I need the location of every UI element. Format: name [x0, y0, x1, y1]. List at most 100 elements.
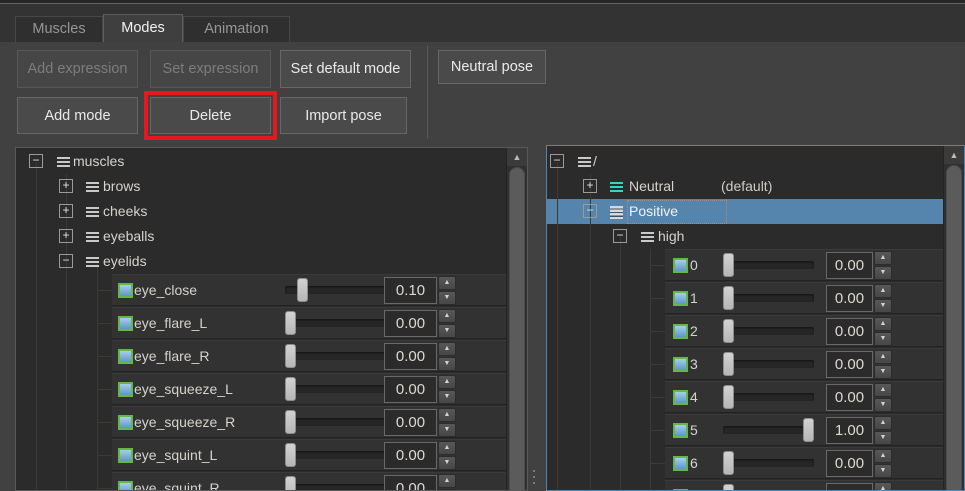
channel-checkbox[interactable] [673, 423, 688, 438]
tab-muscles[interactable]: Muscles [15, 16, 103, 42]
muscle-checkbox[interactable] [118, 415, 133, 430]
scroll-up-button[interactable]: ▲ [944, 146, 964, 164]
channel-slider[interactable] [723, 385, 814, 409]
tree-item-label[interactable]: Neutral [629, 174, 674, 199]
channel-checkbox[interactable] [673, 291, 688, 306]
channel-checkbox[interactable] [673, 324, 688, 339]
slider-handle[interactable] [723, 352, 734, 376]
spin-up-button[interactable]: ▲ [874, 416, 892, 430]
channel-slider[interactable] [723, 286, 814, 310]
muscle-checkbox[interactable] [118, 283, 133, 298]
spin-down-button[interactable]: ▼ [874, 299, 892, 313]
spin-up-button[interactable]: ▲ [438, 408, 456, 422]
channel-name[interactable]: 2 [690, 315, 698, 348]
spin-down-button[interactable]: ▼ [874, 398, 892, 412]
spin-down-button[interactable]: ▼ [438, 357, 456, 371]
spin-down-button[interactable]: ▼ [874, 332, 892, 346]
muscle-checkbox[interactable] [118, 448, 133, 463]
expand-icon[interactable]: + [59, 204, 73, 218]
channel-slider[interactable] [723, 352, 814, 376]
tree-item-label[interactable]: brows [103, 174, 140, 199]
scroll-up-button[interactable]: ▲ [507, 148, 527, 166]
panel-splitter-handle[interactable] [530, 466, 538, 490]
slider-handle[interactable] [285, 344, 296, 368]
spin-down-button[interactable]: ▼ [438, 456, 456, 470]
slider-handle[interactable] [723, 484, 734, 491]
scrollbar-thumb[interactable] [509, 167, 525, 491]
value-field[interactable]: 0.00 [826, 450, 873, 477]
value-field[interactable]: 1.00 [826, 417, 873, 444]
tree-item-label[interactable]: cheeks [103, 199, 147, 224]
muscle-name[interactable]: eye_close [134, 274, 197, 307]
muscle-name[interactable]: eye_flare_R [134, 340, 210, 373]
value-field[interactable]: 0.00 [384, 475, 437, 491]
spin-up-button[interactable]: ▲ [438, 441, 456, 455]
slider-handle[interactable] [723, 253, 734, 277]
value-field[interactable]: 0.00 [384, 409, 437, 436]
tab-modes[interactable]: Modes [103, 14, 183, 42]
collapse-icon[interactable]: − [550, 154, 564, 168]
spin-up-button[interactable]: ▲ [874, 383, 892, 397]
collapse-icon[interactable]: − [613, 229, 627, 243]
slider-handle[interactable] [723, 319, 734, 343]
slider-handle[interactable] [723, 385, 734, 409]
value-field[interactable]: 0.00 [826, 483, 873, 491]
channel-slider[interactable] [723, 253, 814, 277]
spin-down-button[interactable]: ▼ [874, 431, 892, 445]
left-scrollbar[interactable]: ▲ [506, 148, 527, 490]
spin-up-button[interactable]: ▲ [438, 375, 456, 389]
spin-down-button[interactable]: ▼ [874, 464, 892, 478]
value-field[interactable]: 0.00 [826, 384, 873, 411]
channel-slider[interactable] [723, 418, 814, 442]
spin-down-button[interactable]: ▼ [874, 266, 892, 280]
value-field[interactable]: 0.00 [384, 442, 437, 469]
slider-handle[interactable] [285, 410, 296, 434]
collapse-icon[interactable]: − [59, 254, 73, 268]
slider-handle[interactable] [285, 476, 296, 491]
spin-down-button[interactable]: ▼ [438, 324, 456, 338]
slider-handle[interactable] [723, 451, 734, 475]
channel-slider[interactable] [723, 451, 814, 475]
tree-item-label[interactable]: high [658, 224, 684, 249]
set-expression-button[interactable]: Set expression [150, 50, 271, 88]
spin-up-button[interactable]: ▲ [874, 251, 892, 265]
channel-checkbox[interactable] [673, 390, 688, 405]
value-field[interactable]: 0.00 [826, 285, 873, 312]
tree-item-label[interactable]: Positive [629, 199, 678, 224]
collapse-icon[interactable]: − [583, 204, 597, 218]
spin-up-button[interactable]: ▲ [438, 309, 456, 323]
channel-name[interactable]: 7 [690, 480, 698, 491]
channel-name[interactable]: 1 [690, 282, 698, 315]
value-field[interactable]: 0.00 [384, 376, 437, 403]
slider-handle[interactable] [803, 418, 814, 442]
collapse-icon[interactable]: − [29, 154, 43, 168]
muscle-checkbox[interactable] [118, 481, 133, 491]
tree-item-label[interactable]: muscles [73, 149, 124, 174]
tree-item-label[interactable]: eyelids [103, 249, 147, 274]
set-default-mode-button[interactable]: Set default mode [280, 50, 411, 88]
neutral-pose-button[interactable]: Neutral pose [438, 50, 546, 84]
muscle-name[interactable]: eye_flare_L [134, 307, 207, 340]
channel-slider[interactable] [723, 484, 814, 491]
spin-down-button[interactable]: ▼ [438, 423, 456, 437]
spin-up-button[interactable]: ▲ [438, 342, 456, 356]
channel-name[interactable]: 5 [690, 414, 698, 447]
spin-up-button[interactable]: ▲ [438, 276, 456, 290]
scrollbar-thumb[interactable] [946, 165, 962, 491]
spin-up-button[interactable]: ▲ [874, 350, 892, 364]
add-expression-button[interactable]: Add expression [17, 50, 138, 88]
channel-name[interactable]: 6 [690, 447, 698, 480]
slider-handle[interactable] [297, 278, 308, 302]
spin-down-button[interactable]: ▼ [438, 291, 456, 305]
tree-item-label[interactable]: / [593, 149, 597, 174]
muscle-checkbox[interactable] [118, 316, 133, 331]
spin-up-button[interactable]: ▲ [874, 284, 892, 298]
expand-icon[interactable]: + [583, 179, 597, 193]
value-field[interactable]: 0.00 [826, 351, 873, 378]
tree-item-label[interactable]: eyeballs [103, 224, 154, 249]
value-field[interactable]: 0.10 [384, 277, 437, 304]
add-mode-button[interactable]: Add mode [17, 97, 138, 134]
spin-up-button[interactable]: ▲ [874, 317, 892, 331]
spin-up-button[interactable]: ▲ [438, 474, 456, 488]
channel-slider[interactable] [723, 319, 814, 343]
